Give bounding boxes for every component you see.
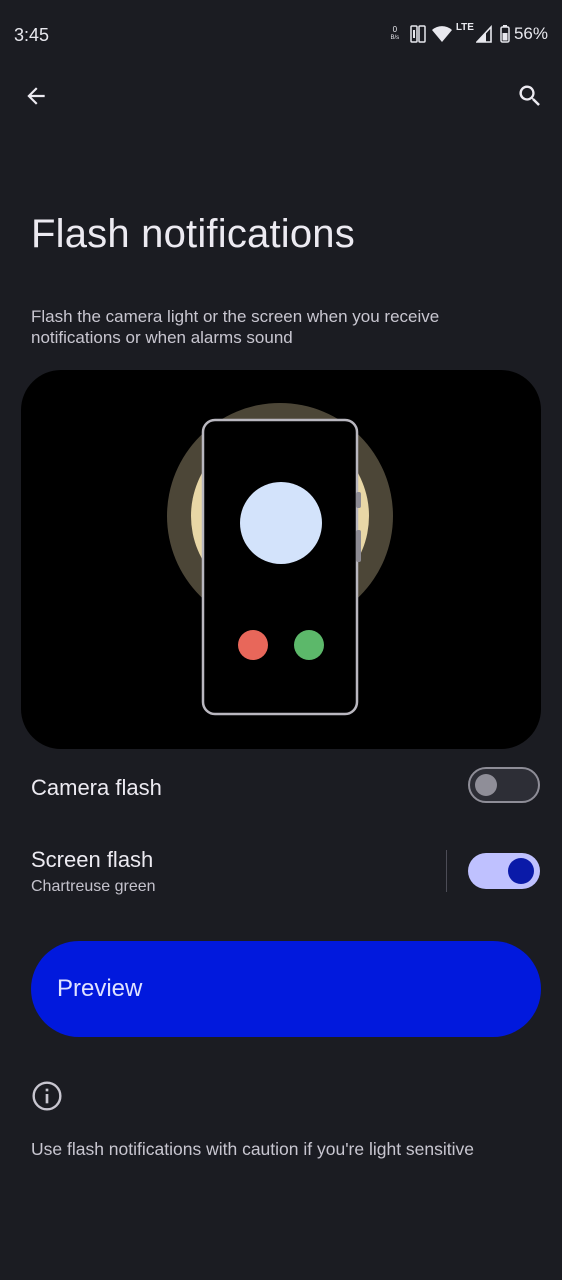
net-speed-unit: B/s bbox=[390, 35, 400, 41]
battery-icon bbox=[500, 25, 510, 43]
page-title: Flash notifications bbox=[31, 212, 355, 256]
phone-outline bbox=[201, 418, 359, 716]
screen-flash-label: Screen flash bbox=[31, 847, 154, 872]
camera-flash-label: Camera flash bbox=[31, 775, 162, 800]
status-time: 3:45 bbox=[14, 25, 50, 45]
back-button[interactable] bbox=[12, 72, 60, 120]
camera-flash-row[interactable]: Camera flash bbox=[0, 752, 562, 822]
battery-percent: 56% bbox=[513, 24, 548, 43]
search-icon bbox=[519, 85, 540, 106]
toggle-knob bbox=[508, 858, 534, 884]
camera-flash-toggle[interactable] bbox=[468, 767, 540, 803]
phone-side-button-2 bbox=[356, 530, 361, 562]
signal-icon bbox=[475, 25, 492, 43]
net-speed-indicator: 0 B/s bbox=[388, 26, 402, 42]
screen-flash-toggle[interactable] bbox=[468, 853, 540, 889]
info-icon bbox=[32, 1081, 62, 1111]
page-description: Flash the camera light or the screen whe… bbox=[31, 307, 440, 347]
status-icons: 0 B/s LTE 56% bbox=[388, 22, 548, 44]
row-divider bbox=[446, 850, 447, 892]
top-app-bar bbox=[0, 70, 562, 126]
preview-button[interactable]: Preview bbox=[31, 941, 541, 1037]
net-speed-value: 0 bbox=[392, 25, 398, 34]
phone-flash-illustration bbox=[167, 403, 393, 716]
accept-call-dot bbox=[294, 630, 324, 660]
screen-flash-color-name: Chartreuse green bbox=[31, 878, 156, 895]
flash-illustration bbox=[21, 370, 541, 749]
network-type-label: LTE bbox=[455, 22, 474, 33]
decline-call-dot bbox=[238, 630, 268, 660]
toggle-knob bbox=[475, 774, 497, 796]
dual-sim-icon bbox=[410, 25, 426, 43]
wifi-icon bbox=[431, 26, 452, 42]
caller-avatar-circle bbox=[240, 482, 322, 564]
phone-side-button-1 bbox=[356, 492, 361, 508]
caution-text: Use flash notifications with caution if … bbox=[31, 1139, 475, 1159]
status-bar: 3:45 0 B/s LTE 56% bbox=[0, 0, 562, 70]
arrow-back-icon bbox=[27, 87, 45, 105]
search-button[interactable] bbox=[506, 72, 554, 120]
